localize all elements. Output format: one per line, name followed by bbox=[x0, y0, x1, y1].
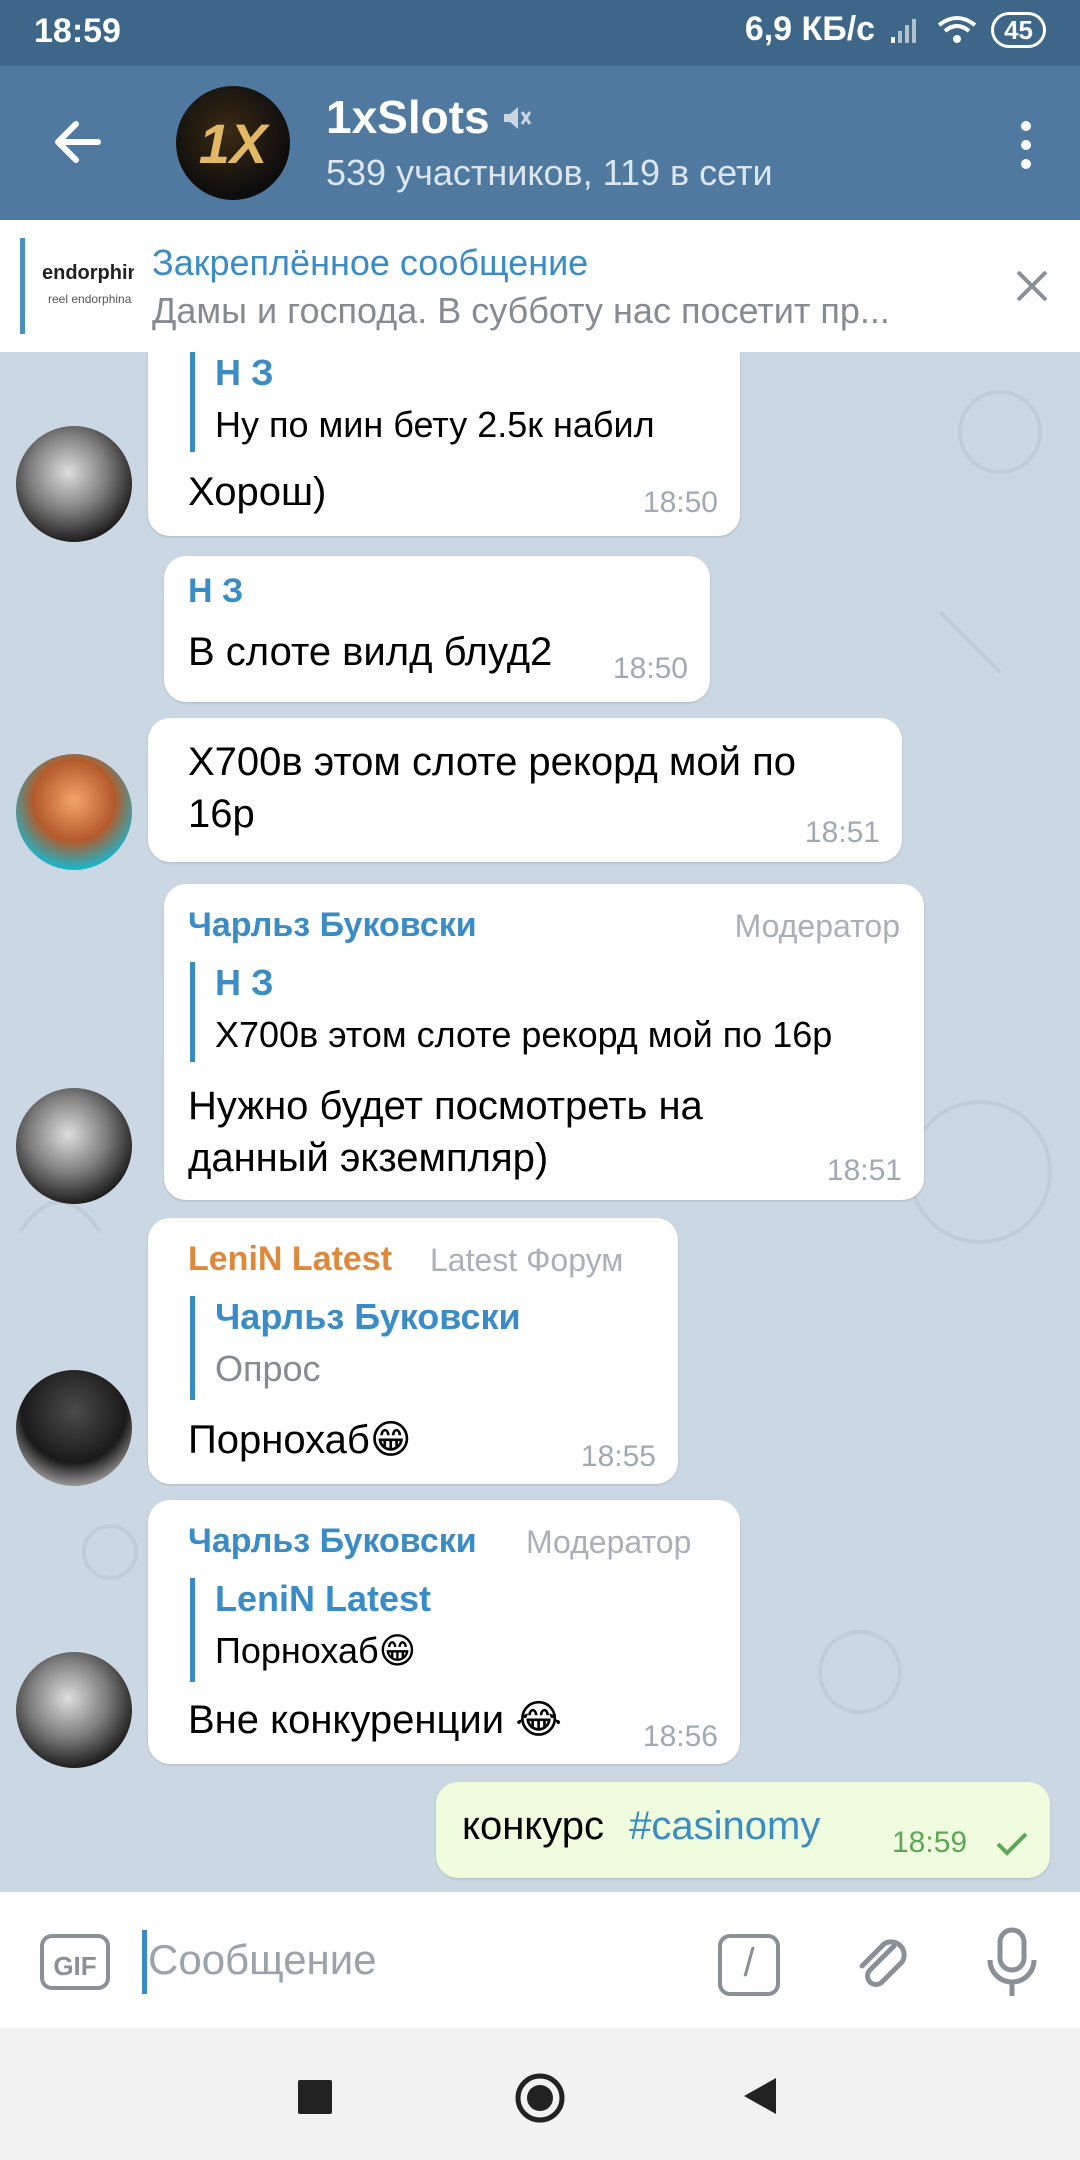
message-time: 18:59 bbox=[892, 1826, 968, 1859]
member-role: Модератор bbox=[734, 908, 900, 944]
avatar[interactable] bbox=[16, 1370, 132, 1486]
signal-icon bbox=[891, 18, 917, 43]
status-bar: 18:59 6,9 КБ/с 45 bbox=[0, 0, 1080, 66]
text-caret bbox=[142, 1930, 147, 1994]
system-navigation-bar bbox=[0, 2028, 1080, 2160]
reply-quote[interactable]: Н З X700в этом слоте рекорд мой по 16р bbox=[190, 962, 832, 1062]
network-speed: 6,9 КБ/с bbox=[744, 10, 876, 48]
message-time: 18:51 bbox=[826, 1154, 902, 1187]
avatar[interactable] bbox=[16, 426, 132, 542]
quote-author: Чарльз Буковски bbox=[215, 1296, 521, 1337]
member-role: Модератор bbox=[526, 1524, 692, 1560]
bot-commands-button[interactable]: / bbox=[718, 1934, 780, 1996]
more-vertical-icon[interactable] bbox=[1020, 120, 1032, 170]
message-text-plain: конкурс bbox=[462, 1804, 605, 1848]
message-text: Порнохаб😁 bbox=[188, 1418, 412, 1462]
message-composer: GIF Сообщение / bbox=[0, 1892, 1080, 2028]
message-sender[interactable]: Н З bbox=[188, 572, 243, 611]
microphone-icon[interactable] bbox=[980, 1926, 1044, 2000]
message-time: 18:50 bbox=[612, 652, 688, 685]
avatar[interactable] bbox=[16, 754, 132, 870]
quote-text: Опрос bbox=[215, 1348, 321, 1389]
close-icon[interactable] bbox=[1014, 268, 1050, 304]
message-time: 18:50 bbox=[642, 486, 718, 519]
chat-header: 1X 1xSlots 539 участников, 119 в сети bbox=[0, 66, 1080, 220]
message-input[interactable]: Сообщение bbox=[148, 1936, 377, 1984]
pinned-thumb-text: endorphina bbox=[42, 262, 134, 284]
hashtag-link[interactable]: #casinomy bbox=[629, 1804, 820, 1848]
message-list[interactable]: Н З Ну по мин бету 2.5к набил Хорош) 18:… bbox=[0, 352, 1080, 1892]
message-sender[interactable]: Чарльз Буковски bbox=[188, 1522, 477, 1561]
message-sender[interactable]: LeniN Latest bbox=[188, 1240, 392, 1279]
pinned-thumbnail: endorphina reel endorphina bbox=[42, 244, 134, 328]
channel-avatar-text: 1X bbox=[198, 111, 268, 175]
chat-title[interactable]: 1xSlots bbox=[326, 90, 490, 144]
muted-speaker-icon bbox=[504, 107, 532, 129]
message-bubble[interactable]: X700в этом слоте рекорд мой по 16р 18:51 bbox=[148, 718, 902, 862]
message-text: 16р bbox=[188, 792, 255, 836]
battery-indicator: 45 bbox=[991, 11, 1046, 48]
quote-author: Н З bbox=[215, 962, 274, 1003]
message-text: Нужно будет посмотреть на bbox=[188, 1084, 703, 1128]
quote-text: Порнохаб😁 bbox=[215, 1630, 417, 1671]
message-bubble[interactable]: Н З Ну по мин бету 2.5к набил Хорош) 18:… bbox=[148, 352, 740, 536]
channel-avatar[interactable]: 1X bbox=[176, 86, 290, 200]
quote-text: Ну по мин бету 2.5к набил bbox=[215, 404, 655, 445]
quote-text: X700в этом слоте рекорд мой по 16р bbox=[215, 1014, 833, 1055]
quote-author: LeniN Latest bbox=[215, 1578, 432, 1619]
message-text: данный экземпляр) bbox=[188, 1136, 549, 1180]
avatar[interactable] bbox=[16, 1088, 132, 1204]
message-bubble[interactable]: Чарльз Буковски Модератор Н З X700в этом… bbox=[164, 884, 924, 1200]
avatar[interactable] bbox=[16, 1652, 132, 1768]
message-time: 18:55 bbox=[580, 1440, 656, 1473]
status-time: 18:59 bbox=[34, 12, 121, 50]
reply-quote[interactable]: Чарльз Буковски Опрос bbox=[190, 1296, 521, 1400]
message-sender[interactable]: Чарльз Буковски bbox=[188, 906, 477, 945]
wifi-icon bbox=[937, 15, 977, 43]
member-role: Latest Форум bbox=[430, 1242, 624, 1278]
reply-quote[interactable]: LeniN Latest Порнохаб😁 bbox=[190, 1578, 431, 1682]
pinned-thumb-subtext: reel endorphina bbox=[48, 292, 132, 306]
message-time: 18:51 bbox=[804, 816, 880, 849]
message-text: Хорош) bbox=[188, 470, 327, 514]
pinned-accent-bar bbox=[20, 238, 25, 334]
paperclip-icon[interactable] bbox=[850, 1928, 914, 1992]
pinned-text: Дамы и господа. В субботу нас посетит пр… bbox=[152, 290, 890, 331]
status-indicators: 6,9 КБ/с 45 bbox=[745, 10, 1046, 49]
outgoing-message-bubble[interactable]: конкурс #casinomy 18:59 bbox=[436, 1782, 1050, 1878]
message-text: X700в этом слоте рекорд мой по bbox=[188, 740, 797, 784]
back-triangle-icon[interactable] bbox=[742, 2076, 778, 2116]
pinned-message[interactable]: endorphina reel endorphina Закреплённое … bbox=[0, 220, 1080, 352]
message-text: В слоте вилд блуд2 bbox=[188, 630, 553, 674]
message-time: 18:56 bbox=[642, 1720, 718, 1753]
message-text: Вне конкуренции 😂 bbox=[188, 1698, 562, 1742]
pinned-title: Закреплённое сообщение bbox=[152, 242, 589, 283]
recents-icon[interactable] bbox=[298, 2080, 332, 2114]
message-text: конкурс #casinomy bbox=[462, 1800, 820, 1852]
message-bubble[interactable]: LeniN Latest Latest Форум Чарльз Буковск… bbox=[148, 1218, 678, 1484]
message-bubble[interactable]: Н З В слоте вилд блуд2 18:50 bbox=[164, 556, 710, 702]
check-icon bbox=[996, 1832, 1028, 1856]
chat-subtitle: 539 участников, 119 в сети bbox=[326, 152, 773, 193]
home-icon[interactable] bbox=[514, 2072, 566, 2124]
back-arrow-icon[interactable] bbox=[48, 112, 108, 172]
reply-quote[interactable]: Н З Ну по мин бету 2.5к набил bbox=[190, 352, 655, 452]
quote-author: Н З bbox=[215, 352, 274, 393]
gif-button[interactable]: GIF bbox=[40, 1934, 110, 1990]
message-bubble[interactable]: Чарльз Буковски Модератор LeniN Latest П… bbox=[148, 1500, 740, 1764]
